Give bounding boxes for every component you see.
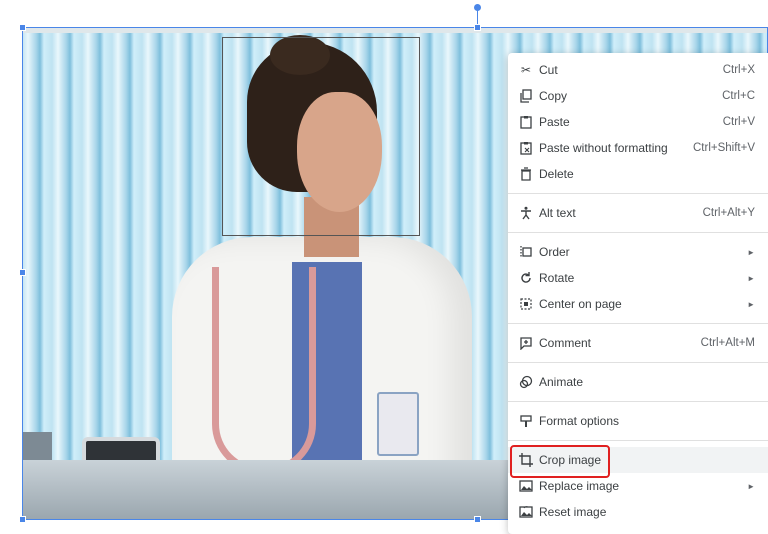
menu-item-label: Replace image bbox=[539, 479, 620, 493]
resize-handle-bottom-left[interactable] bbox=[19, 516, 26, 523]
replace-image-icon bbox=[519, 479, 533, 493]
menu-item-shortcut: Ctrl+Shift+V bbox=[693, 142, 755, 154]
submenu-arrow-icon: ► bbox=[747, 481, 755, 491]
context-menu: ✂ Cut Ctrl+X Copy Ctrl+C Paste Ctrl+V Pa… bbox=[508, 53, 768, 534]
trash-icon bbox=[519, 167, 533, 181]
scissors-icon: ✂ bbox=[520, 63, 532, 77]
menu-item-animate[interactable]: Animate bbox=[508, 369, 768, 395]
menu-item-center-on-page[interactable]: Center on page ► bbox=[508, 291, 768, 317]
menu-item-label: Paste bbox=[539, 115, 570, 129]
resize-handle-bottom-center[interactable] bbox=[474, 516, 481, 523]
center-icon bbox=[519, 297, 533, 311]
animate-icon bbox=[519, 375, 533, 389]
menu-item-label: Comment bbox=[539, 336, 592, 350]
menu-item-cut[interactable]: ✂ Cut Ctrl+X bbox=[508, 57, 768, 83]
menu-item-paste[interactable]: Paste Ctrl+V bbox=[508, 109, 768, 135]
menu-item-crop-image[interactable]: Crop image bbox=[508, 447, 768, 473]
resize-handle-middle-left[interactable] bbox=[19, 269, 26, 276]
clipboard-icon bbox=[519, 115, 533, 129]
comment-icon bbox=[519, 336, 533, 350]
menu-item-shortcut: Ctrl+C bbox=[722, 90, 755, 102]
menu-item-label: Cut bbox=[539, 63, 558, 77]
menu-item-replace-image[interactable]: Replace image ► bbox=[508, 473, 768, 499]
menu-item-rotate[interactable]: Rotate ► bbox=[508, 265, 768, 291]
menu-item-format-options[interactable]: Format options bbox=[508, 408, 768, 434]
order-icon bbox=[519, 245, 533, 259]
menu-separator bbox=[508, 440, 768, 441]
menu-item-label: Paste without formatting bbox=[539, 141, 668, 155]
menu-item-delete[interactable]: Delete bbox=[508, 161, 768, 187]
menu-item-shortcut: Ctrl+Alt+Y bbox=[702, 207, 755, 219]
menu-separator bbox=[508, 401, 768, 402]
inner-outline-box bbox=[222, 37, 420, 236]
menu-item-label: Center on page bbox=[539, 297, 622, 311]
resize-handle-top-center[interactable] bbox=[474, 24, 481, 31]
menu-item-shortcut: Ctrl+X bbox=[722, 64, 755, 76]
submenu-arrow-icon: ► bbox=[747, 299, 755, 309]
accessibility-icon bbox=[519, 206, 533, 220]
menu-item-label: Rotate bbox=[539, 271, 575, 285]
menu-item-label: Reset image bbox=[539, 505, 607, 519]
menu-item-paste-without-formatting[interactable]: Paste without formatting Ctrl+Shift+V bbox=[508, 135, 768, 161]
menu-item-order[interactable]: Order ► bbox=[508, 239, 768, 265]
menu-item-comment[interactable]: Comment Ctrl+Alt+M bbox=[508, 330, 768, 356]
submenu-arrow-icon: ► bbox=[747, 247, 755, 257]
menu-separator bbox=[508, 232, 768, 233]
image-blinds-rail bbox=[22, 27, 768, 33]
menu-item-label: Format options bbox=[539, 414, 620, 428]
menu-separator bbox=[508, 193, 768, 194]
rotate-icon bbox=[519, 271, 533, 285]
menu-item-label: Delete bbox=[539, 167, 574, 181]
menu-separator bbox=[508, 323, 768, 324]
submenu-arrow-icon: ► bbox=[747, 273, 755, 283]
rotate-handle[interactable] bbox=[474, 4, 481, 11]
menu-item-alt-text[interactable]: Alt text Ctrl+Alt+Y bbox=[508, 200, 768, 226]
menu-separator bbox=[508, 362, 768, 363]
resize-handle-top-left[interactable] bbox=[19, 24, 26, 31]
menu-item-label: Copy bbox=[539, 89, 568, 103]
menu-item-label: Order bbox=[539, 245, 570, 259]
menu-item-copy[interactable]: Copy Ctrl+C bbox=[508, 83, 768, 109]
clipboard-format-icon bbox=[519, 141, 533, 155]
menu-item-label: Alt text bbox=[539, 206, 576, 220]
menu-item-reset-image[interactable]: Reset image bbox=[508, 499, 768, 525]
copy-icon bbox=[519, 89, 533, 103]
format-options-icon bbox=[519, 414, 533, 428]
menu-item-label: Crop image bbox=[539, 453, 602, 467]
image-stethoscope bbox=[212, 267, 316, 474]
crop-icon bbox=[519, 453, 533, 467]
menu-item-shortcut: Ctrl+Alt+M bbox=[700, 337, 755, 349]
menu-item-label: Animate bbox=[539, 375, 584, 389]
menu-item-shortcut: Ctrl+V bbox=[722, 116, 755, 128]
image-badge bbox=[377, 392, 419, 456]
reset-image-icon bbox=[519, 505, 533, 519]
